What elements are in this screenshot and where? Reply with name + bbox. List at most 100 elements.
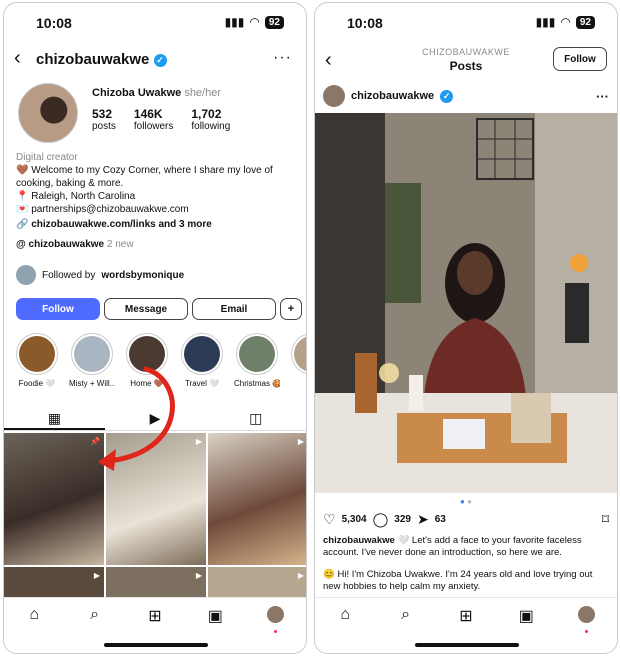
post-author-username[interactable]: chizobauwakwe <box>351 90 434 102</box>
bio-line: cooking, baking & more. <box>16 178 124 189</box>
highlight-misty[interactable]: Misty + Will... <box>69 333 115 388</box>
create-post-icon[interactable]: ⊞ <box>453 606 479 626</box>
threads-badge[interactable]: @ chizobauwakwe 2 new <box>16 239 134 250</box>
status-bar: 10:08 ▮▮▮ ◠ 92 <box>4 13 306 33</box>
grid-post[interactable]: ▶ <box>4 567 104 597</box>
highlight-partial[interactable]: H <box>289 333 306 388</box>
grid-post[interactable]: ▶ <box>208 567 306 597</box>
profile-screen: 10:08 ▮▮▮ ◠ 92 ‹ chizobauwakwe ✓ ··· Chi… <box>3 2 307 654</box>
reel-icon: ▶ <box>195 437 202 446</box>
post-header: chizobauwakwe ✓ ··· <box>323 85 609 107</box>
like-heart-icon[interactable]: ♡ <box>323 511 336 528</box>
battery-icon: 92 <box>575 15 595 29</box>
signal-icon: ▮▮▮ <box>535 15 556 29</box>
home-icon[interactable]: ⌂ <box>332 606 358 624</box>
profile-nav[interactable] <box>574 606 600 633</box>
post-caption: chizobauwakwe 🤍 Let's add a face to your… <box>323 535 609 593</box>
battery-icon: 92 <box>264 15 284 29</box>
add-person-icon[interactable]: + <box>280 298 302 320</box>
profile-header: ‹ chizobauwakwe ✓ ··· <box>4 47 306 73</box>
follow-button[interactable]: Follow <box>16 298 100 320</box>
grid-post[interactable]: 📌 <box>4 433 104 565</box>
bookmark-icon[interactable]: ⌑ <box>602 511 609 528</box>
stat-posts[interactable]: 532 posts <box>92 107 116 132</box>
verified-badge-icon: ✓ <box>440 89 454 103</box>
profile-avatar-icon <box>267 606 285 623</box>
verified-badge-icon: ✓ <box>153 54 167 67</box>
grid-tab-icon[interactable]: ▦ <box>4 407 105 430</box>
reels-tab-icon[interactable]: ▶ <box>105 407 206 430</box>
search-icon[interactable]: ⌕ <box>393 606 419 624</box>
posts-header: ‹ CHIZOBAUWAKWE Posts Follow <box>315 45 617 81</box>
profile-stats: 532 posts 146K followers 1,702 following <box>92 107 230 132</box>
reel-icon: ▶ <box>297 571 304 580</box>
post-screen: 10:08 ▮▮▮ ◠ 92 ‹ CHIZOBAUWAKWE Posts Fol… <box>314 2 618 654</box>
share-icon[interactable]: ➤ <box>417 511 429 528</box>
like-count[interactable]: 5,304 <box>342 514 367 525</box>
profile-nav[interactable] <box>263 606 289 633</box>
email-button[interactable]: Email <box>192 298 276 320</box>
pinned-icon: 📌 <box>90 437 100 446</box>
create-post-icon[interactable]: ⊞ <box>142 606 168 626</box>
profile-actions: Follow Message Email + <box>16 298 302 320</box>
highlight-foodie[interactable]: Foodie 🤍 <box>14 333 60 388</box>
reel-icon: ▶ <box>195 571 202 580</box>
comment-icon[interactable]: ◯ <box>373 511 389 528</box>
follow-button[interactable]: Follow <box>553 47 607 71</box>
profile-category: Digital creator <box>16 152 78 163</box>
post-image[interactable] <box>315 113 617 493</box>
caption-text-2: 😊 Hi! I'm Chizoba Uwakwe. I'm 24 years o… <box>323 569 593 592</box>
more-options-icon[interactable]: ··· <box>596 89 609 104</box>
bio-line: 💌 partnerships@chizobauwakwe.com <box>16 204 189 215</box>
home-icon[interactable]: ⌂ <box>21 606 47 624</box>
profile-avatar-icon <box>578 606 596 623</box>
reels-icon[interactable]: ▣ <box>513 606 539 626</box>
profile-bio: Digital creator 🤎 Welcome to my Cozy Cor… <box>16 151 296 231</box>
back-arrow-icon[interactable]: ‹ <box>14 47 21 70</box>
comment-count[interactable]: 329 <box>394 514 411 525</box>
story-highlights: Foodie 🤍 Misty + Will... Home 🤎 Travel 🤍… <box>14 333 306 388</box>
wifi-icon: ◠ <box>249 15 260 29</box>
bio-line: 📍 Raleigh, North Carolina <box>16 191 136 202</box>
post-actions: ♡ 5,304 ◯ 329 ➤ 63 ⌑ <box>323 511 609 528</box>
threads-icon: @ <box>16 239 26 250</box>
highlight-home[interactable]: Home 🤎 <box>124 333 170 388</box>
grid-post[interactable]: ▶ <box>208 433 306 565</box>
more-options-icon[interactable]: ··· <box>273 49 292 67</box>
wifi-icon: ◠ <box>560 15 571 29</box>
tagged-tab-icon[interactable]: ◫ <box>205 407 306 430</box>
reels-icon[interactable]: ▣ <box>202 606 228 626</box>
search-icon[interactable]: ⌕ <box>82 606 108 624</box>
signal-icon: ▮▮▮ <box>224 15 245 29</box>
profile-tabs: ▦ ▶ ◫ <box>4 407 306 431</box>
profile-name-row: Chizoba Uwakwe she/her <box>92 87 221 99</box>
status-time: 10:08 <box>347 15 383 31</box>
link-icon: 🔗 <box>16 219 29 230</box>
profile-avatar[interactable] <box>18 83 78 143</box>
highlight-christmas[interactable]: Christmas 🍪 <box>234 333 280 388</box>
home-indicator <box>104 643 208 647</box>
reel-icon: ▶ <box>93 571 100 580</box>
carousel-dots: ● ● <box>460 497 472 506</box>
grid-post[interactable]: ▶ <box>106 433 206 565</box>
share-count[interactable]: 63 <box>435 514 446 525</box>
post-author-avatar[interactable] <box>323 85 345 107</box>
highlight-travel[interactable]: Travel 🤍 <box>179 333 225 388</box>
stat-following[interactable]: 1,702 following <box>191 107 230 132</box>
bio-line: 🤎 Welcome to my Cozy Corner, where I sha… <box>16 165 273 176</box>
post-photo-illustration <box>315 113 617 493</box>
profile-name: Chizoba Uwakwe <box>92 87 182 99</box>
profile-link[interactable]: 🔗 chizobauwakwe.com/links and 3 more <box>16 218 296 231</box>
profile-username: chizobauwakwe <box>36 51 150 68</box>
profile-pronouns: she/her <box>184 87 222 99</box>
grid-post[interactable]: ▶ <box>106 567 206 597</box>
follower-avatar <box>16 265 36 285</box>
status-bar: 10:08 ▮▮▮ ◠ 92 <box>315 13 617 33</box>
stat-followers[interactable]: 146K followers <box>134 107 173 132</box>
followed-by[interactable]: Followed by wordsbymonique <box>16 265 184 285</box>
caption-username[interactable]: chizobauwakwe <box>323 535 395 546</box>
home-indicator <box>415 643 519 647</box>
status-time: 10:08 <box>36 15 72 31</box>
message-button[interactable]: Message <box>104 298 188 320</box>
post-grid: 📌 ▶ ▶ ▶ ▶ ▶ <box>4 433 306 597</box>
